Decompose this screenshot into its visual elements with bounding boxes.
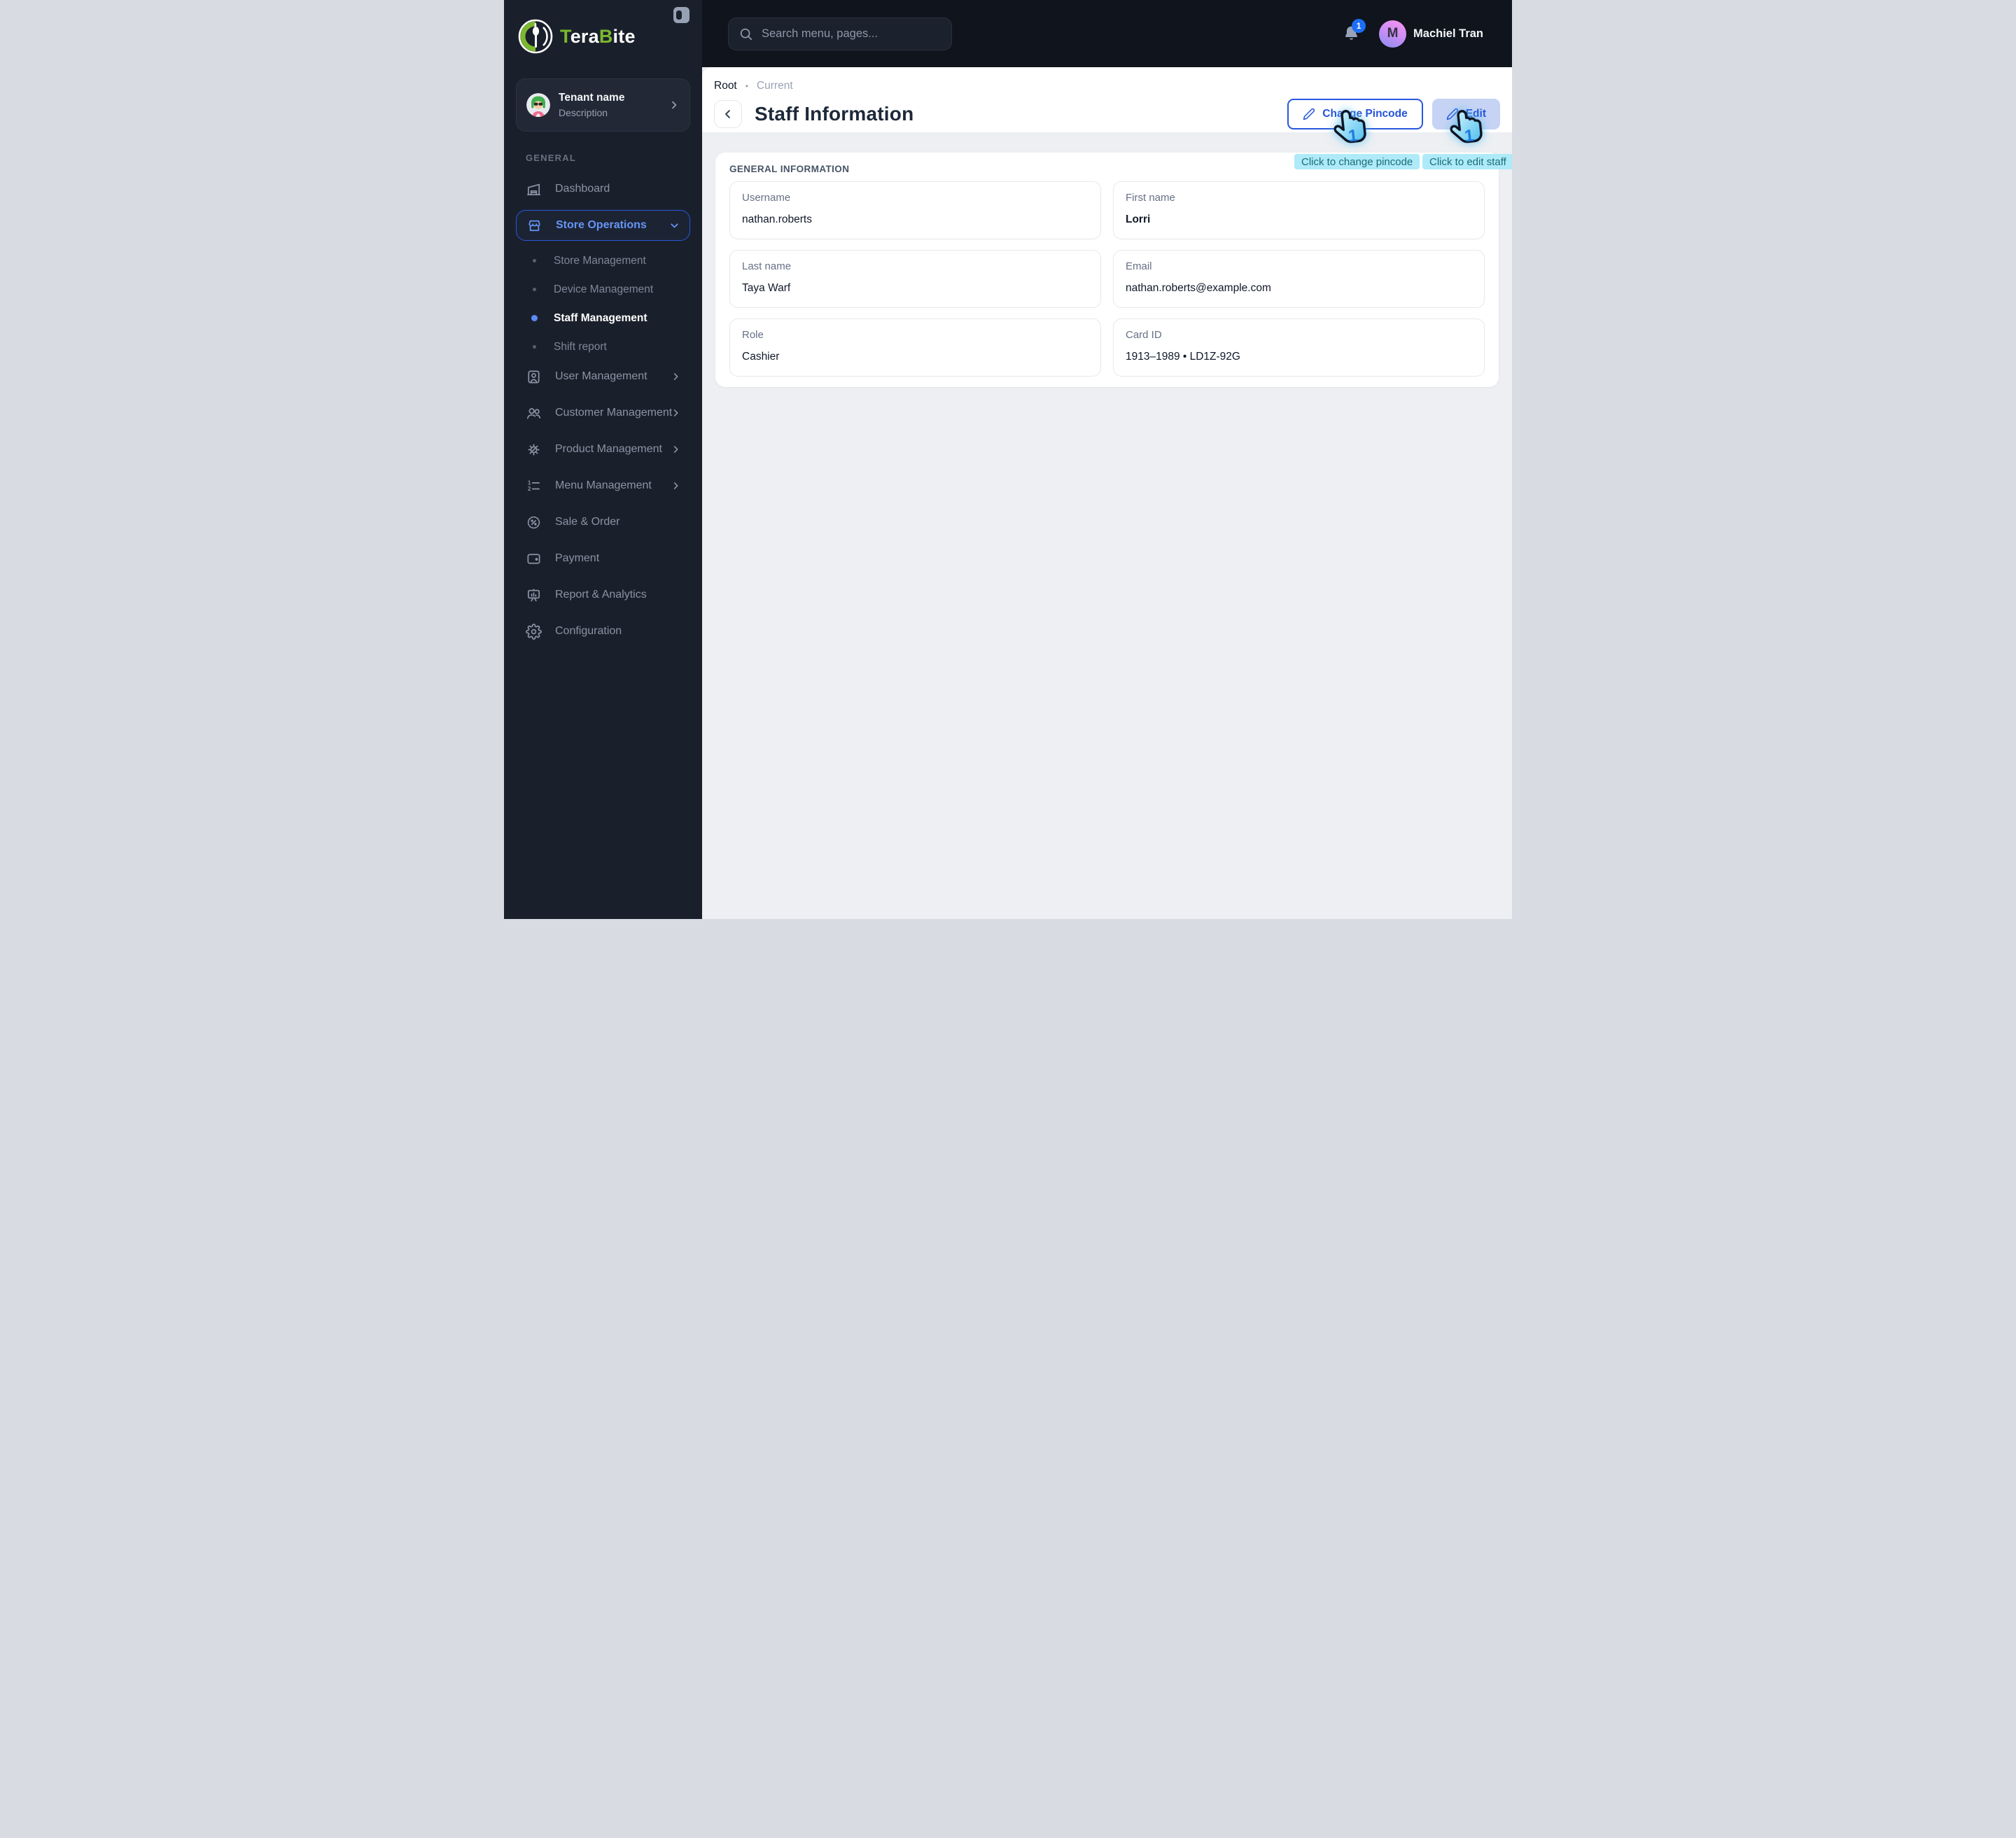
breadcrumb-separator: •	[745, 81, 748, 91]
edit-button[interactable]: Edit	[1432, 99, 1500, 129]
page-actions: Change Pincode Edit	[1287, 99, 1500, 129]
page-header: Root • Current Staff Information Change …	[702, 67, 1512, 132]
svg-text:2: 2	[528, 486, 531, 492]
sidebar-item-sale-order[interactable]: Sale & Order	[516, 507, 690, 538]
sidebar-collapse-icon[interactable]	[671, 3, 692, 27]
field-label: Username	[742, 192, 791, 204]
tenant-description: Description	[559, 107, 608, 118]
tooltip-change-pincode: Click to change pincode	[1294, 154, 1420, 169]
tenant-avatar	[526, 93, 550, 117]
breadcrumb: Root • Current	[714, 80, 1500, 92]
payment-icon	[526, 551, 542, 567]
sidebar-subitem-shift-report[interactable]: Shift report	[516, 332, 690, 361]
breadcrumb-root[interactable]: Root	[714, 80, 737, 92]
config-icon	[526, 623, 542, 640]
user-avatar[interactable]: M	[1379, 20, 1407, 48]
sidebar-item-user-management[interactable]: User Management	[516, 361, 690, 392]
dashboard-icon	[526, 181, 542, 197]
field-value: Taya Warf	[742, 282, 791, 294]
notification-badge: 1	[1352, 18, 1366, 33]
bullet-dot-icon	[531, 315, 538, 321]
chevron-right-icon	[668, 99, 680, 111]
breadcrumb-current: Current	[756, 80, 793, 92]
sidebar-subitem-device-management[interactable]: Device Management	[516, 275, 690, 304]
product-icon	[526, 442, 542, 458]
field-label: Last name	[742, 260, 792, 272]
brand-logo: TeraBite	[517, 15, 690, 57]
menu-icon: 12	[526, 478, 542, 494]
svg-text:1: 1	[528, 479, 531, 486]
general-information-card: GENERAL INFORMATION Username nathan.robe…	[715, 153, 1499, 387]
field-card-id: Card ID 1913–1989 • LD1Z-92G	[1113, 318, 1485, 377]
top-bar: 1 M Machiel Tran	[702, 0, 1512, 67]
user-name[interactable]: Machiel Tran	[1413, 27, 1483, 41]
bullet-dot-icon	[533, 288, 536, 291]
search-bar[interactable]	[728, 17, 952, 50]
field-value: 1913–1989 • LD1Z-92G	[1126, 351, 1240, 363]
field-first-name: First name Lorri	[1113, 181, 1485, 239]
sidebar-item-menu-management[interactable]: 1 2 Menu Management	[516, 470, 690, 501]
sidebar-subitem-staff-management[interactable]: Staff Management	[516, 304, 690, 332]
sidebar-section-label: GENERAL	[526, 153, 576, 163]
fields-grid: Username nathan.roberts First name Lorri L…	[729, 181, 1485, 377]
tenant-name: Tenant name	[559, 92, 625, 104]
tooltip-edit-staff: Click to edit staff	[1422, 154, 1512, 169]
field-label: Role	[742, 329, 764, 341]
sidebar-item-report-analytics[interactable]: Report & Analytics	[516, 580, 690, 610]
search-icon	[738, 27, 753, 41]
report-icon	[526, 587, 542, 603]
sidebar-item-dashboard[interactable]: Dashboard	[516, 174, 690, 204]
pencil-icon	[1303, 108, 1315, 120]
topbar-right: 1 M Machiel Tran	[1342, 18, 1483, 48]
chevron-right-icon	[671, 372, 681, 382]
sidebar-subitem-store-management[interactable]: Store Management	[516, 246, 690, 275]
field-label: Email	[1126, 260, 1152, 272]
field-username: Username nathan.roberts	[729, 181, 1101, 239]
field-value: nathan.roberts@example.com	[1126, 282, 1271, 294]
content-body: GENERAL INFORMATION Username nathan.robe…	[702, 132, 1512, 919]
customers-icon	[526, 405, 542, 421]
field-value: Lorri	[1126, 213, 1151, 225]
pencil-icon	[1446, 108, 1459, 120]
sidebar-item-payment[interactable]: Payment	[516, 543, 690, 574]
page-title: Staff Information	[755, 103, 914, 125]
change-pincode-button[interactable]: Change Pincode	[1287, 99, 1423, 129]
chevron-down-icon	[668, 220, 680, 232]
bullet-dot-icon	[533, 259, 536, 262]
brand-name: TeraBite	[560, 25, 636, 47]
notification-bell-button[interactable]: 1	[1342, 18, 1366, 43]
sidebar: TeraBite Tenant name Description GENERAL…	[504, 0, 702, 919]
bullet-dot-icon	[533, 345, 536, 349]
field-value: nathan.roberts	[742, 213, 812, 225]
field-last-name: Last name Taya Warf	[729, 250, 1101, 308]
field-label: First name	[1126, 192, 1175, 204]
chevron-right-icon	[671, 481, 681, 491]
field-email: Email nathan.roberts@example.com	[1113, 250, 1485, 308]
sale-icon	[526, 514, 542, 531]
sidebar-item-store-operations[interactable]: Store Operations	[516, 210, 690, 241]
store-icon	[526, 218, 542, 234]
chevron-right-icon	[671, 444, 681, 455]
back-button[interactable]	[714, 100, 742, 128]
user-icon	[526, 369, 542, 385]
chevron-right-icon	[671, 408, 681, 419]
brand-logo-icon	[517, 17, 554, 55]
sidebar-item-product-management[interactable]: Product Management	[516, 434, 690, 465]
app-root: TeraBite Tenant name Description GENERAL…	[504, 0, 1512, 919]
sidebar-item-customer-management[interactable]: Customer Management	[516, 398, 690, 428]
sidebar-nav: Dashboard Store Operations Store Managemen…	[516, 174, 690, 652]
tenant-card[interactable]: Tenant name Description	[516, 78, 690, 132]
sidebar-item-configuration[interactable]: Configuration	[516, 616, 690, 647]
search-input[interactable]	[760, 26, 941, 41]
tenant-meta: Tenant name Description	[559, 92, 668, 118]
field-role: Role Cashier	[729, 318, 1101, 377]
content-area: Root • Current Staff Information Change …	[702, 67, 1512, 919]
field-value: Cashier	[742, 351, 780, 363]
main-area: 1 M Machiel Tran Root • Current Staff In…	[702, 0, 1512, 919]
field-label: Card ID	[1126, 329, 1162, 341]
